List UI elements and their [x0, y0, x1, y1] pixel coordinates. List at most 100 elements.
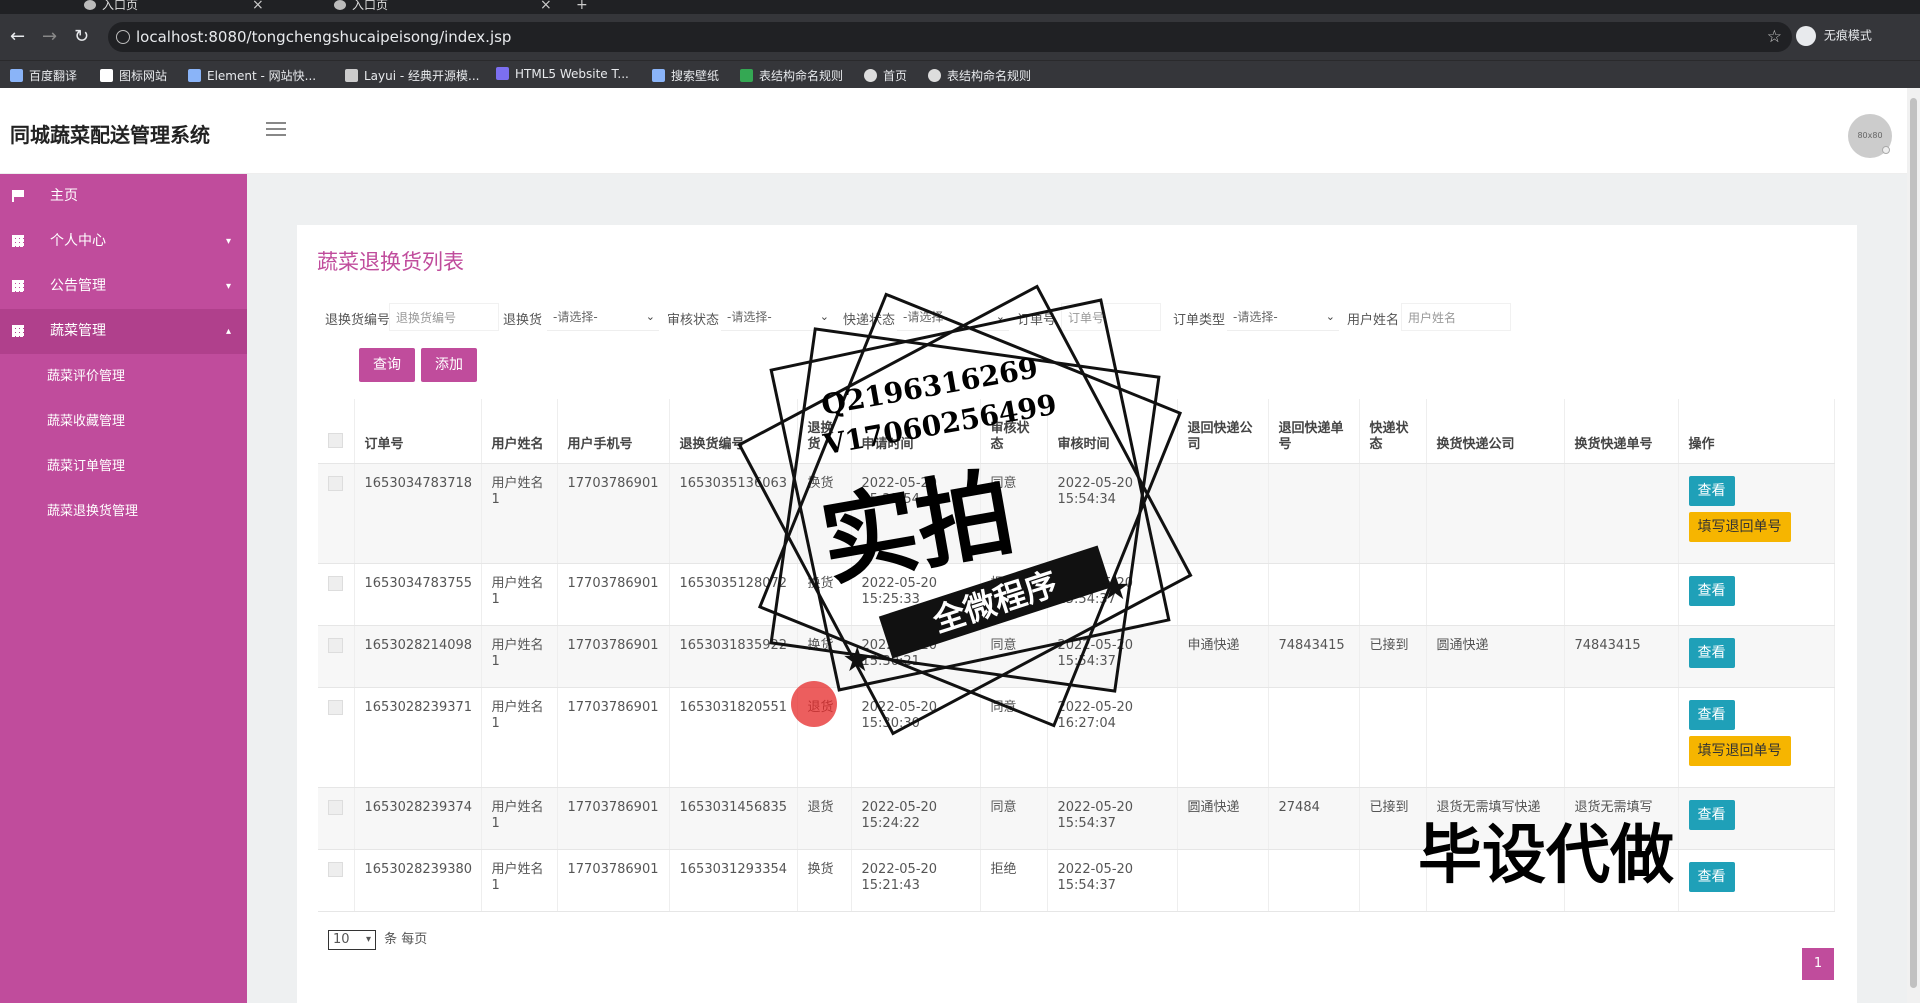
sidebar-subitem-orders[interactable]: 蔬菜订单管理 — [0, 444, 247, 489]
express-status-value: -请选择- — [903, 310, 948, 324]
table-cell-order: 1653028239374 — [354, 787, 482, 850]
new-tab-icon[interactable]: + — [576, 0, 588, 13]
add-button[interactable]: 添加 — [421, 348, 477, 382]
view-button[interactable]: 查看 — [1688, 475, 1735, 506]
forward-icon[interactable]: → — [42, 26, 57, 47]
sidebar-item-notice[interactable]: 公告管理 ▾ — [0, 264, 247, 309]
site-info-icon[interactable] — [116, 30, 130, 44]
table-cell-review-time: 2022-05-20 15:54:37 — [1047, 787, 1178, 850]
sidebar-subitem-favorites[interactable]: 蔬菜收藏管理 — [0, 399, 247, 444]
table-cell-review: 同意 — [980, 687, 1048, 788]
sidebar-subitem-returns[interactable]: 蔬菜退换货管理 — [0, 489, 247, 534]
view-button[interactable]: 查看 — [1688, 575, 1735, 606]
bookmark-item[interactable]: Element - 网站快... — [188, 67, 316, 84]
row-select-cell — [318, 625, 355, 688]
page-size-select[interactable]: 10 ▾ — [328, 930, 376, 950]
table-cell-exp — [1359, 849, 1427, 912]
page-scrollbar[interactable] — [1907, 88, 1920, 1003]
table-row: 1653034783718 用户姓名1 17703786901 16530351360… — [318, 463, 1835, 564]
browser-tab[interactable]: 入口页 — [80, 0, 280, 14]
row-checkbox[interactable] — [328, 575, 343, 591]
type-select-value: -请选择- — [553, 310, 598, 324]
order-no-input[interactable]: 订单号 — [1061, 303, 1161, 331]
table-cell-user: 用户姓名1 — [481, 625, 558, 688]
review-status-select[interactable]: -请选择- ⌄ — [721, 303, 833, 331]
bookmark-item[interactable]: Layui - 经典开源模... — [345, 67, 479, 84]
user-name-input[interactable]: 用户姓名 — [1401, 303, 1511, 331]
avatar-placeholder-text: 80x80 — [1857, 131, 1883, 140]
avatar[interactable]: 80x80 — [1848, 114, 1892, 158]
table-cell-order: 1653028239380 — [354, 849, 482, 912]
row-checkbox[interactable] — [328, 861, 343, 877]
bookmark-icon — [740, 69, 753, 82]
sidebar-subitem-review[interactable]: 蔬菜评价管理 — [0, 354, 247, 399]
reload-icon[interactable]: ↻ — [74, 26, 89, 47]
exchange-no-input[interactable]: 退换货编号 — [389, 303, 499, 331]
tab-close-icon[interactable]: × — [252, 0, 264, 13]
table-cell-phone: 17703786901 — [557, 463, 670, 564]
bookmarks-bar: 百度翻译 图标网站 Element - 网站快... Layui - 经典开源模… — [0, 60, 1920, 88]
view-button[interactable]: 查看 — [1688, 637, 1735, 668]
row-checkbox[interactable] — [328, 637, 343, 653]
table-cell-order: 1653034783718 — [354, 463, 482, 564]
bookmark-star-icon[interactable]: ☆ — [1767, 22, 1782, 52]
column-header: 用户姓名 — [481, 399, 558, 464]
incognito-indicator[interactable]: 无痕模式 — [1796, 26, 1872, 46]
fill-return-no-button[interactable]: 填写退回单号 — [1688, 735, 1791, 766]
order-type-select[interactable]: -请选择- ⌄ — [1227, 303, 1339, 331]
back-icon[interactable]: ← — [10, 26, 25, 47]
table-cell-ret-co — [1177, 463, 1269, 564]
table-cell-ex-co — [1426, 463, 1565, 564]
page-number-current[interactable]: 1 — [1802, 948, 1834, 980]
hamburger-menu-icon[interactable] — [266, 122, 286, 138]
bookmark-item[interactable]: 搜索壁纸 — [652, 67, 719, 84]
table-cell-actions: 查看 填写退回单号 — [1678, 463, 1835, 564]
bookmark-item[interactable]: 首页 — [864, 67, 907, 84]
bookmark-item[interactable]: 表结构命名规则 — [740, 67, 843, 84]
table-cell-apply: 2022-05-20 15:25:33 — [851, 563, 981, 626]
bookmark-item[interactable]: 图标网站 — [100, 67, 167, 84]
view-button[interactable]: 查看 — [1688, 861, 1735, 892]
column-header: 申请时间 — [851, 399, 981, 464]
row-checkbox[interactable] — [328, 475, 343, 491]
bookmark-item[interactable]: 百度翻译 — [10, 67, 77, 84]
scrollbar-thumb[interactable] — [1910, 98, 1917, 988]
select-all-checkbox[interactable] — [328, 432, 343, 448]
table-cell-user: 用户姓名1 — [481, 563, 558, 626]
table-cell-ex-co: 圆通快递 — [1426, 625, 1565, 688]
tab-close-icon[interactable]: × — [540, 0, 552, 13]
view-button[interactable]: 查看 — [1688, 699, 1735, 730]
address-bar[interactable]: localhost:8080/tongchengshucaipeisong/in… — [108, 22, 1792, 52]
table-cell-apply: 2022-05-20 15:30:30 — [851, 687, 981, 788]
chevron-up-icon: ▴ — [225, 326, 231, 337]
table-cell-ret-no — [1268, 463, 1360, 564]
column-header: 订单号 — [354, 399, 482, 464]
sidebar-item-vegetable[interactable]: 蔬菜管理 ▴ — [0, 309, 247, 354]
row-checkbox[interactable] — [328, 699, 343, 715]
table-cell-no: 1653031820551 — [669, 687, 798, 788]
express-status-select[interactable]: -请选择- ⌄ — [897, 303, 1009, 331]
query-button[interactable]: 查询 — [359, 348, 415, 382]
bookmark-item[interactable]: HTML5 Website T... — [496, 67, 629, 81]
sidebar-item-home[interactable]: 主页 — [0, 174, 247, 219]
table-cell-phone: 17703786901 — [557, 687, 670, 788]
view-button[interactable]: 查看 — [1688, 799, 1735, 830]
sidebar: 主页 个人中心 ▾ 公告管理 ▾ 蔬菜管理 ▴ 蔬菜评价管理 蔬菜收藏管理 蔬菜… — [0, 174, 247, 1003]
sidebar-item-label: 主页 — [50, 188, 78, 204]
table-cell-user: 用户姓名1 — [481, 687, 558, 788]
type-select[interactable]: -请选择- ⌄ — [547, 303, 659, 331]
express-status-label: 快递状态 — [843, 313, 896, 328]
chevron-down-icon: ▾ — [365, 934, 371, 945]
bookmark-item[interactable]: 表结构命名规则 — [928, 67, 1031, 84]
row-select-cell — [318, 463, 355, 564]
browser-tab-strip: 入口页 × 入口页 × + — [0, 0, 1920, 14]
sidebar-item-personal-center[interactable]: 个人中心 ▾ — [0, 219, 247, 264]
table-cell-ret-co — [1177, 563, 1269, 626]
browser-tab[interactable]: 入口页 — [330, 0, 530, 14]
table-header-row: 订单号 用户姓名 用户手机号 退换货编号 退换货 申请时间 审核状态 审核时间 … — [318, 399, 1835, 464]
row-select-cell — [318, 787, 355, 850]
fill-return-no-button[interactable]: 填写退回单号 — [1688, 511, 1791, 542]
row-checkbox[interactable] — [328, 799, 343, 815]
column-header: 审核状态 — [980, 399, 1048, 464]
bookmark-icon — [100, 69, 113, 82]
